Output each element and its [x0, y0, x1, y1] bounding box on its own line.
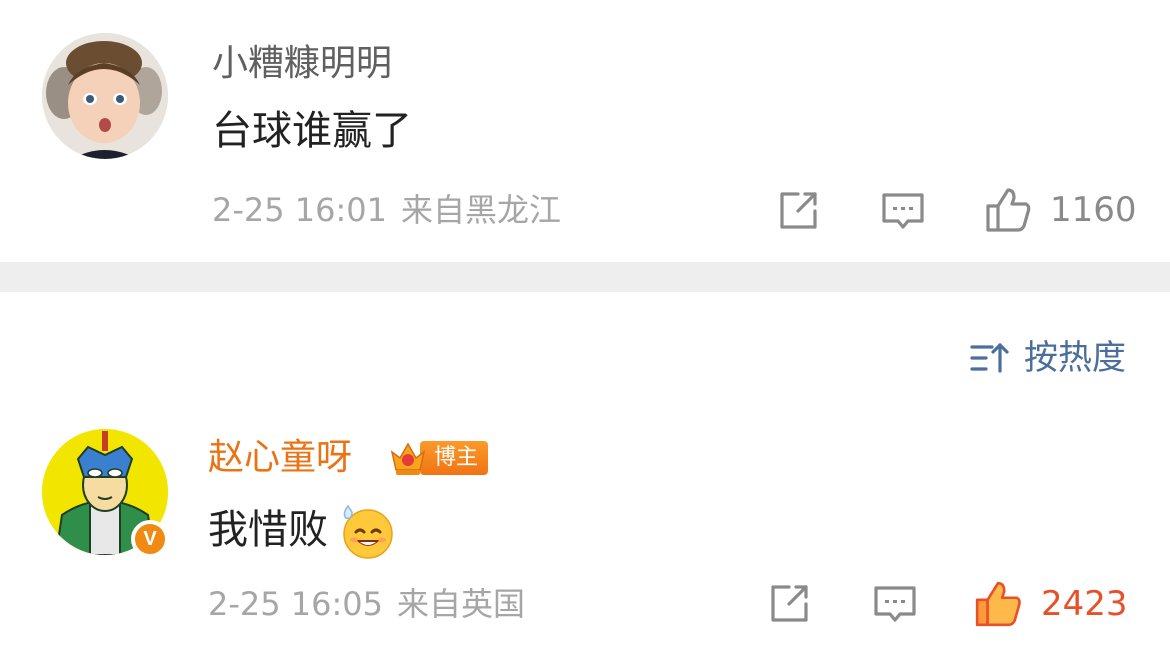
avatar[interactable] — [42, 33, 168, 159]
like-button[interactable]: 1160 — [984, 186, 1137, 234]
sort-label: 按热度 — [1024, 338, 1126, 378]
comment-bubble-icon — [874, 586, 916, 622]
sort-icon — [970, 343, 1009, 373]
comment-source: 来自英国 — [397, 585, 526, 623]
crown-icon — [390, 442, 426, 475]
share-icon — [771, 585, 808, 622]
reply-button[interactable] — [880, 189, 926, 235]
username[interactable]: 赵心童呀 — [208, 436, 352, 480]
comment-time: 2-25 16:05 — [208, 585, 384, 623]
section-divider — [0, 262, 1170, 292]
comment-text: 台球谁赢了 — [212, 106, 412, 156]
smiling-sweat-emoji — [343, 504, 393, 559]
comment-meta: 2-25 16:05 来自英国 — [208, 584, 525, 624]
like-count: 1160 — [1050, 190, 1137, 230]
comment-text-body: 我惜败 — [208, 507, 328, 553]
sort-button[interactable]: 按热度 — [970, 336, 1126, 380]
verified-badge: V — [131, 520, 169, 558]
like-count: 2423 — [1041, 584, 1128, 624]
comment-item: V 赵心童呀 博主 我惜败 2-25 16:05 来自英国 2423 — [0, 400, 1170, 649]
thumbs-up-icon — [986, 188, 1031, 232]
username[interactable]: 小糟糠明明 — [212, 42, 392, 86]
comment-text: 我惜败 — [208, 498, 398, 562]
comment-item: 小糟糠明明 台球谁赢了 2-25 16:01 来自黑龙江 1160 — [0, 0, 1170, 262]
blogger-badge: 博主 — [388, 438, 489, 478]
badge-label: 博主 — [420, 441, 489, 475]
comment-source: 来自黑龙江 — [401, 191, 562, 229]
comment-bubble-icon — [882, 193, 924, 229]
like-button[interactable]: 2423 — [973, 579, 1128, 629]
reply-button[interactable] — [872, 582, 918, 628]
thumbs-up-icon — [975, 581, 1021, 627]
comment-text-body: 台球谁赢了 — [212, 108, 412, 154]
share-button[interactable] — [776, 189, 820, 233]
share-button[interactable] — [767, 582, 811, 626]
comment-time: 2-25 16:01 — [212, 191, 388, 229]
comment-meta: 2-25 16:01 来自黑龙江 — [212, 190, 561, 230]
comment-page: 小糟糠明明 台球谁赢了 2-25 16:01 来自黑龙江 1160 按热度 V … — [0, 0, 1170, 649]
share-icon — [780, 192, 817, 229]
